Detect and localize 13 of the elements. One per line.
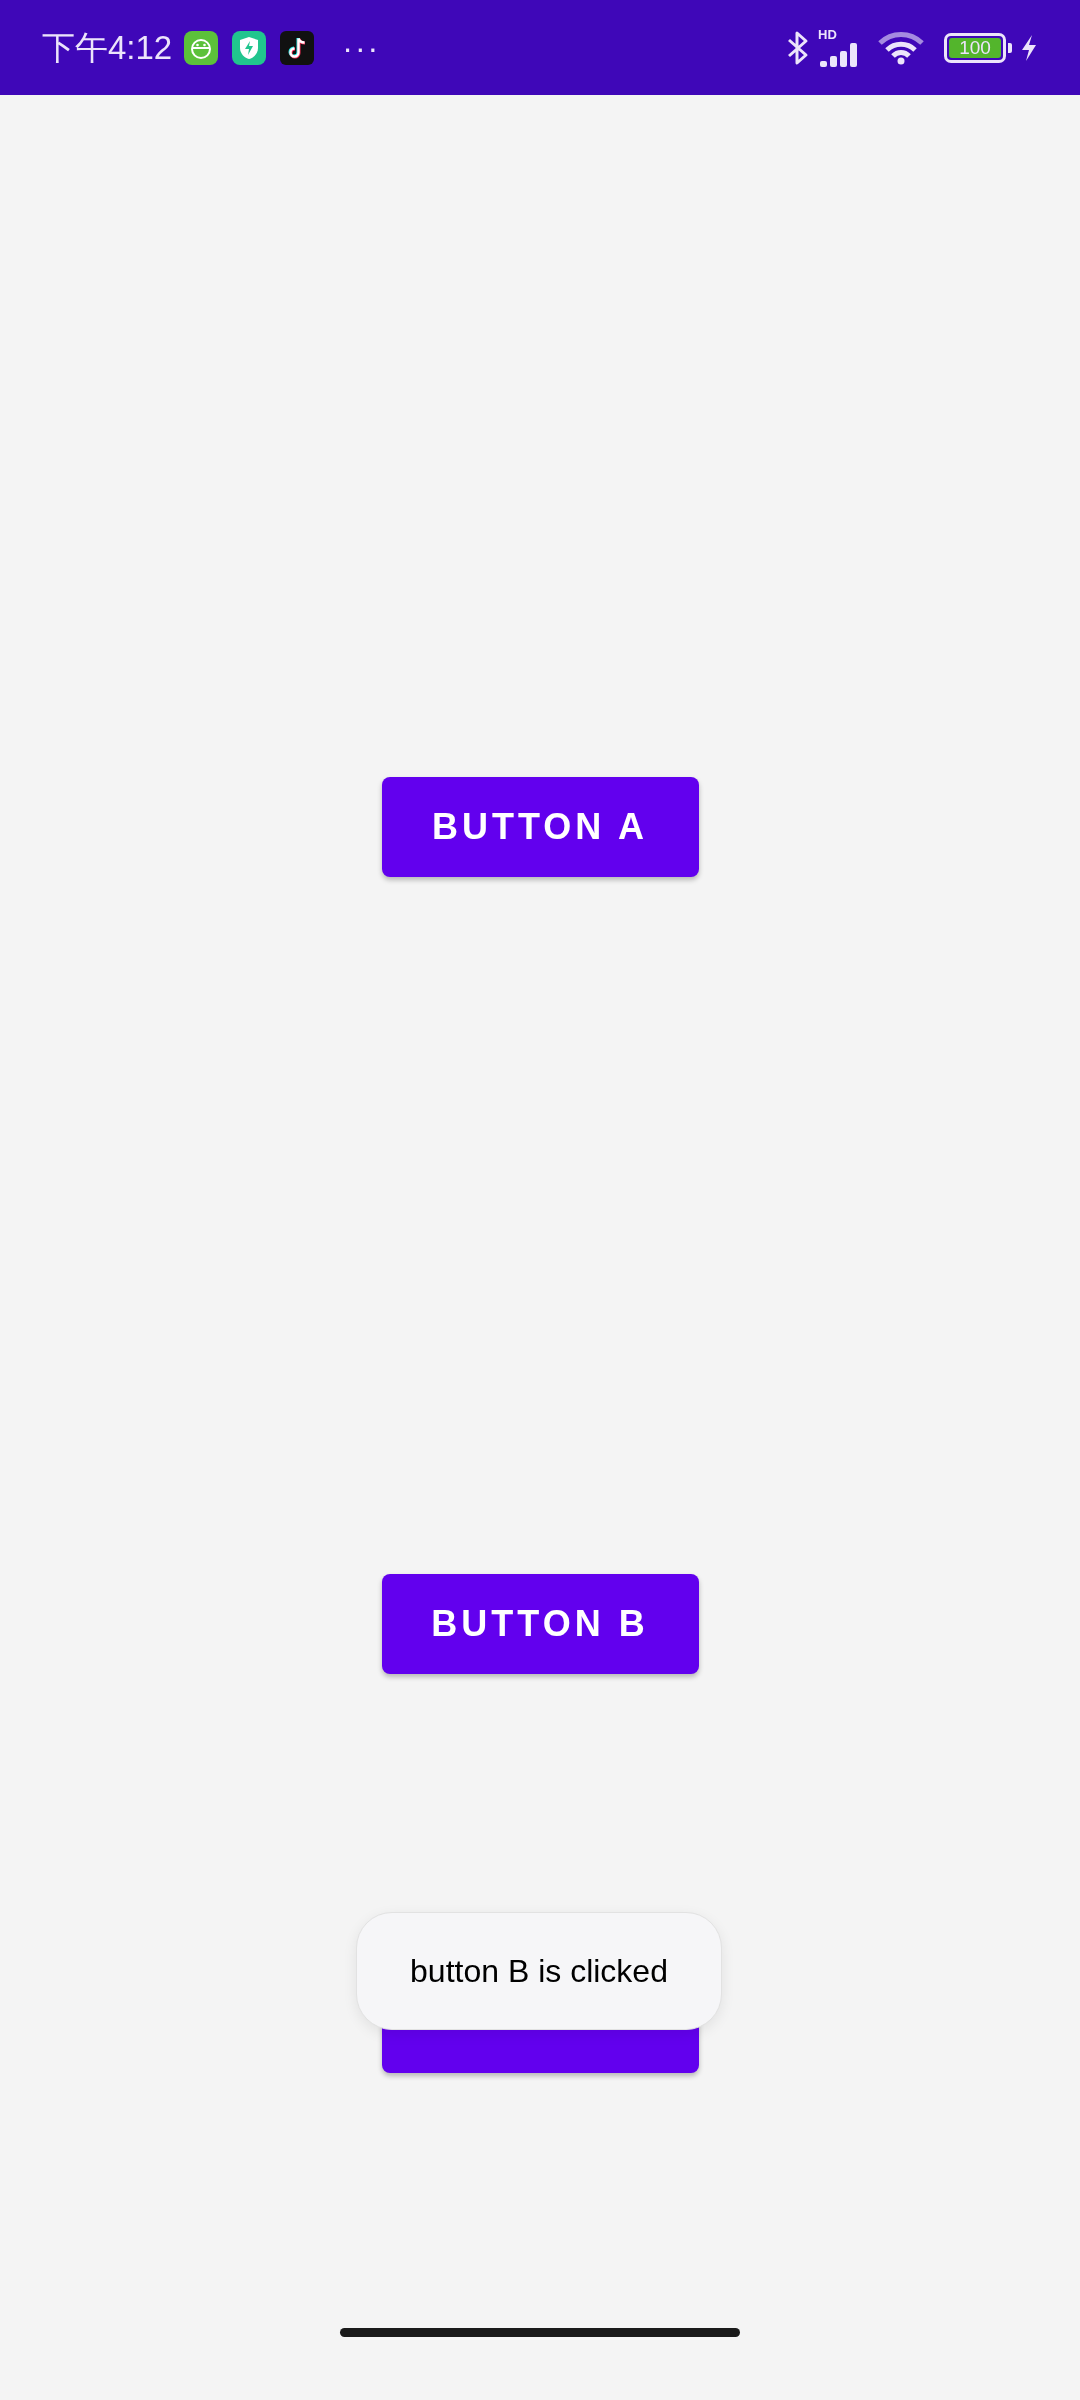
bluetooth-icon: [786, 29, 810, 66]
more-notifications: ···: [342, 31, 381, 64]
shield-app-icon: [232, 30, 267, 65]
action-button[interactable]: BUTTON B: [381, 1574, 699, 1674]
music-note-app-icon: [280, 30, 315, 65]
battery-percent: 100: [949, 37, 1001, 58]
wifi-icon: [878, 30, 924, 65]
clock-time: 下午4:12: [42, 31, 173, 64]
clicked-toast: button B is clicked: [356, 1912, 722, 2030]
charging-bolt-icon: [1020, 33, 1038, 62]
action-button[interactable]: BUTTON A: [381, 777, 699, 877]
network-type-label: HD: [818, 28, 837, 41]
robot-app-icon: [184, 30, 219, 65]
